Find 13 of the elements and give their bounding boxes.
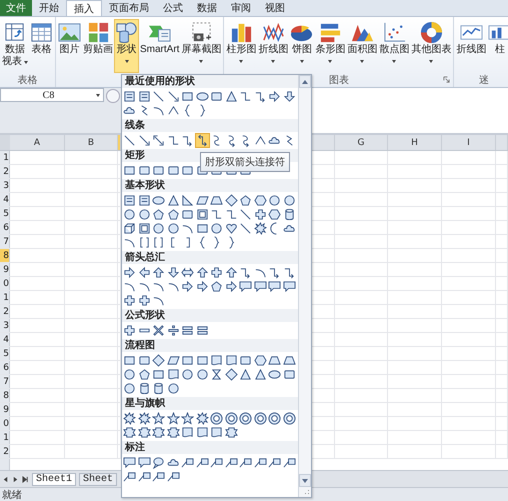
group-label: 表格 bbox=[18, 74, 38, 87]
section-header: 最近使用的形状 bbox=[122, 75, 298, 88]
tooltip: 肘形双箭头连接符 bbox=[200, 152, 290, 172]
status-text: 就绪 bbox=[2, 488, 22, 501]
section-header: 公式形状 bbox=[122, 309, 298, 322]
section-header: 基本形状 bbox=[122, 179, 298, 192]
section-header: 标注 bbox=[122, 441, 298, 454]
section-header: 星与旗帜 bbox=[122, 397, 298, 410]
group-label: 迷 bbox=[478, 74, 489, 87]
section-header: 箭头总汇 bbox=[122, 251, 298, 264]
group-label: 图表 bbox=[328, 74, 349, 87]
section-header: 线条 bbox=[122, 119, 298, 132]
section-header: 流程图 bbox=[122, 339, 298, 352]
